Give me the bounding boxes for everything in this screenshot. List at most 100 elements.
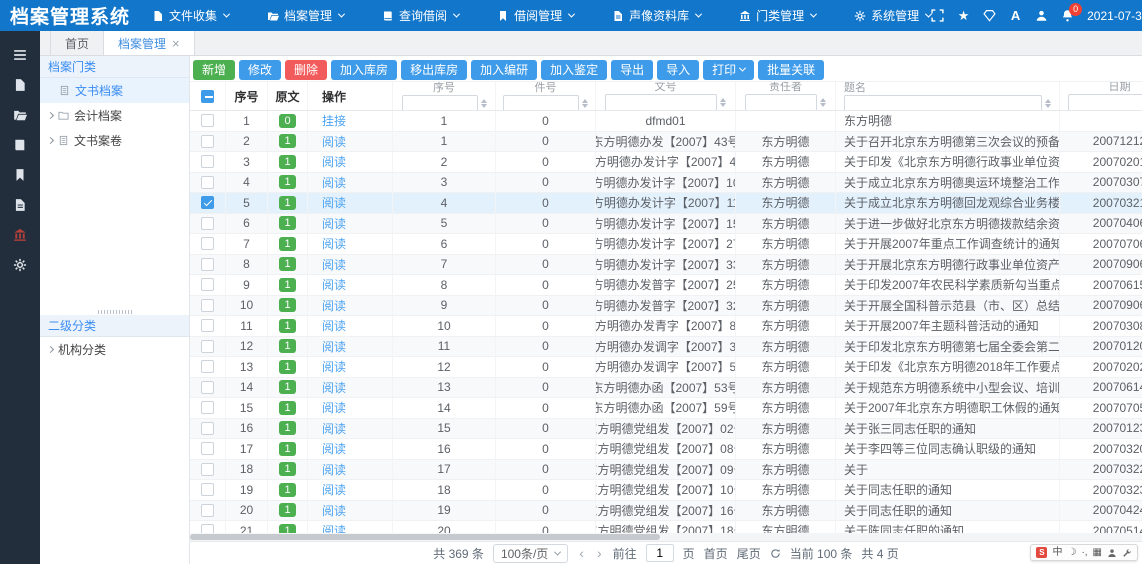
row-checkbox[interactable] [201,504,214,517]
select-all-checkbox[interactable] [201,90,214,103]
chevron-right-icon[interactable] [47,346,54,353]
row-checkbox[interactable] [201,114,214,127]
menu-query-borrow[interactable]: 查询借阅 [382,7,459,24]
toolbar-button[interactable]: 打印 [703,60,754,80]
chevron-right-icon[interactable] [47,112,54,119]
horizontal-scrollbar[interactable] [190,533,1142,541]
menu-archive-manage[interactable]: 档案管理 [267,7,344,24]
rail-file-icon[interactable] [5,70,35,100]
menu-category-manage[interactable]: 门类管理 [739,7,816,24]
sort-control[interactable] [1045,99,1051,108]
toolbar-button[interactable]: 移出库房 [401,60,467,80]
responsible-filter-input[interactable] [745,94,817,110]
ime-lang-icon[interactable]: 中 [1052,548,1062,558]
table-row[interactable]: 19 1 阅读 18 0 东方明德党组发【2007】10号 东方明德 关于同志任… [190,480,1142,501]
toolbar-button[interactable]: 导出 [611,60,653,80]
table-row[interactable]: 9 1 阅读 8 0 东方明德办发普字【2007】25号 东方明德 关于印发20… [190,275,1142,296]
star-icon[interactable]: ★ [957,9,970,22]
table-row[interactable]: 13 1 阅读 12 0 东方明德办发调字【2007】5号 东方明德 关于印发《… [190,357,1142,378]
scrollbar-thumb[interactable] [190,534,660,540]
row-action-link[interactable]: 阅读 [322,379,346,396]
doc-no-filter-input[interactable] [605,94,717,110]
table-row[interactable]: 17 1 阅读 16 0 东方明德党组发【2007】08号 东方明德 关于李四等… [190,439,1142,460]
row-action-link[interactable]: 阅读 [322,317,346,334]
keyboard-icon[interactable]: ▦ [1093,548,1102,558]
close-icon[interactable]: × [172,37,180,50]
row-checkbox[interactable] [201,135,214,148]
row-checkbox[interactable] [201,319,214,332]
fullscreen-icon[interactable] [931,9,944,22]
table-row[interactable]: 2 1 阅读 1 0 东方明德办发【2007】43号 东方明德 关于召开北京东方… [190,132,1142,153]
table-row[interactable]: 7 1 阅读 6 0 东方明德办发计字【2007】27号 东方明德 关于开展20… [190,234,1142,255]
tree-item-document-archive[interactable]: 文书档案 [40,78,189,103]
sort-control[interactable] [582,99,588,108]
table-row[interactable]: 4 1 阅读 3 0 东方明德办发计字【2007】10号 东方明德 关于成立北京… [190,173,1142,194]
toolbar-button[interactable]: 加入库房 [331,60,397,80]
table-row[interactable]: 21 1 阅读 20 0 东方明德党组发【2007】18号 东方明德 关于陈同志… [190,521,1142,533]
row-checkbox[interactable] [201,155,214,168]
table-row[interactable]: 18 1 阅读 17 0 东方明德党组发【2007】09号 东方明德 关于 20… [190,460,1142,481]
table-row[interactable]: 10 1 阅读 9 0 东方明德办发普字【2007】32号 东方明德 关于开展全… [190,296,1142,317]
title-filter-input[interactable] [844,95,1042,110]
row-checkbox[interactable] [201,237,214,250]
punctuation-icon[interactable]: ·, [1081,548,1087,558]
person-icon[interactable] [1107,548,1117,558]
sort-control[interactable] [820,98,826,107]
table-row[interactable]: 20 1 阅读 19 0 东方明德党组发【2007】16号 东方明德 关于同志任… [190,501,1142,522]
row-checkbox[interactable] [201,196,214,209]
row-checkbox[interactable] [201,299,214,312]
toolbar-button[interactable]: 修改 [239,60,281,80]
row-action-link[interactable]: 阅读 [322,461,346,478]
date-filter-input[interactable] [1068,94,1142,110]
menu-borrow-manage[interactable]: 借阅管理 [497,7,574,24]
toolbar-button[interactable]: 删除 [285,60,327,80]
menu-media-library[interactable]: 声像资料库 [612,7,701,24]
tree-item-org-category[interactable]: 机构分类 [40,337,189,362]
row-action-link[interactable]: 阅读 [322,235,346,252]
toolbar-button[interactable]: 导入 [657,60,699,80]
row-action-link[interactable]: 阅读 [322,174,346,191]
next-page-button[interactable]: › [595,545,604,561]
user-icon[interactable] [1035,9,1048,22]
first-page-link[interactable]: 首页 [704,545,728,562]
rail-folder-icon[interactable] [5,100,35,130]
toolbar-button[interactable]: 新增 [193,60,235,80]
table-row[interactable]: 11 1 阅读 10 0 东方明德办发青字【2007】8号 东方明德 关于开展2… [190,316,1142,337]
table-row[interactable]: 12 1 阅读 11 0 东方明德办发调字【2007】3号 东方明德 关于印发北… [190,337,1142,358]
row-action-link[interactable]: 阅读 [322,338,346,355]
row-checkbox[interactable] [201,483,214,496]
menu-system-manage[interactable]: 系统管理 [854,7,931,24]
row-action-link[interactable]: 阅读 [322,440,346,457]
bell-icon[interactable]: 0 [1061,9,1074,22]
tree-item-document-volume[interactable]: 文书案卷 [40,128,189,153]
row-checkbox[interactable] [201,463,214,476]
tree-item-accounting-archive[interactable]: 会计档案 [40,103,189,128]
row-action-link[interactable]: 阅读 [322,522,346,533]
row-action-link[interactable]: 阅读 [322,194,346,211]
sort-control[interactable] [720,98,726,107]
row-checkbox[interactable] [201,524,214,533]
rail-bookmark-icon[interactable] [5,160,35,190]
hamburger-menu-icon[interactable] [5,40,35,70]
table-row[interactable]: 14 1 阅读 13 0 东方明德办函【2007】53号 东方明德 关于规范东方… [190,378,1142,399]
font-size-icon[interactable]: A [1009,9,1022,22]
table-row[interactable]: 15 1 阅读 14 0 东方明德办函【2007】59号 东方明德 关于2007… [190,398,1142,419]
row-checkbox[interactable] [201,258,214,271]
row-checkbox[interactable] [201,422,214,435]
toolbar-button[interactable]: 加入鉴定 [541,60,607,80]
row-action-link[interactable]: 阅读 [322,358,346,375]
row-action-link[interactable]: 阅读 [322,133,346,150]
rail-gear-icon[interactable] [5,250,35,280]
row-checkbox[interactable] [201,176,214,189]
sort-control[interactable] [481,99,487,108]
row-action-link[interactable]: 挂接 [322,112,346,129]
toolbar-button[interactable]: 批量关联 [758,60,824,80]
row-checkbox[interactable] [201,340,214,353]
row-action-link[interactable]: 阅读 [322,256,346,273]
table-row[interactable]: 8 1 阅读 7 0 东方明德办发计字【2007】33号 东方明德 关于开展北京… [190,255,1142,276]
row-action-link[interactable]: 阅读 [322,399,346,416]
refresh-icon[interactable] [770,548,781,559]
rail-book-icon[interactable] [5,130,35,160]
rail-media-file-icon[interactable] [5,190,35,220]
chevron-right-icon[interactable] [47,137,54,144]
